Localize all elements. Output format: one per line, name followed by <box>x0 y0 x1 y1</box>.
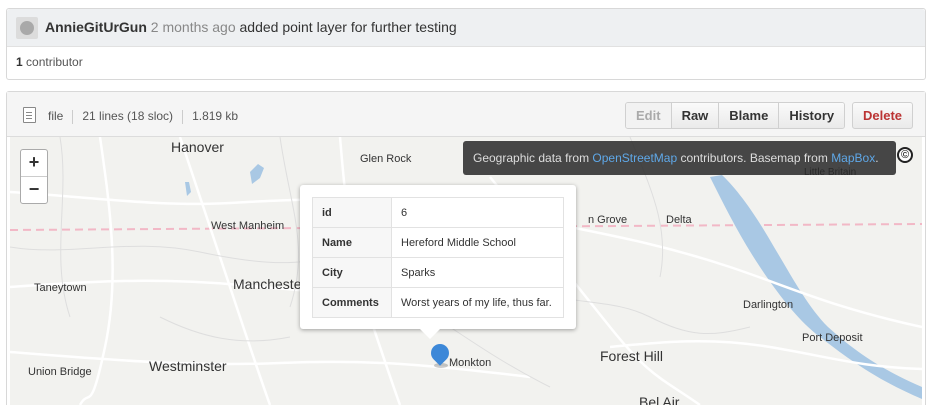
map-view[interactable]: Hanover Glen Rock West Manheim n Grove D… <box>10 137 922 405</box>
divider <box>182 109 184 124</box>
contributors-count: 1 <box>16 55 23 69</box>
place-label: Darlington <box>743 299 794 311</box>
raw-button[interactable]: Raw <box>670 103 719 128</box>
file-lines: 21 lines (18 sloc) <box>82 109 174 123</box>
file-header: file 21 lines (18 sloc) 1.819 kb Edit Raw … <box>7 92 925 137</box>
place-label: Union Bridge <box>28 366 92 378</box>
commit-author[interactable]: AnnieGitUrGun <box>45 19 147 35</box>
table-row: id 6 <box>312 197 564 228</box>
edit-button[interactable]: Edit <box>626 103 671 128</box>
delete-button[interactable]: Delete <box>852 102 914 129</box>
property-value: 6 <box>391 197 564 228</box>
openstreetmap-link[interactable]: OpenStreetMap <box>592 151 677 165</box>
place-label: Forest Hill <box>600 348 664 364</box>
place-label: Glen Rock <box>360 153 412 165</box>
map-attribution: Geographic data from OpenStreetMap contr… <box>463 141 896 175</box>
file-actions: Edit Raw Blame History <box>625 102 846 129</box>
property-value: Sparks <box>391 257 564 288</box>
property-value: Worst years of my life, thus far. <box>391 287 564 318</box>
property-key: City <box>312 257 392 288</box>
blame-button[interactable]: Blame <box>718 103 779 128</box>
table-row: Name Hereford Middle School <box>312 227 564 258</box>
commit-header: AnnieGitUrGun 2 months ago added point l… <box>7 9 925 47</box>
place-label: Delta <box>666 214 692 226</box>
table-row: City Sparks <box>312 257 564 288</box>
commit-box: AnnieGitUrGun 2 months ago added point l… <box>6 8 926 80</box>
zoom-control: + − <box>20 149 48 204</box>
place-label: Hanover <box>171 139 224 155</box>
place-label: Port Deposit <box>802 332 863 344</box>
history-button[interactable]: History <box>778 103 845 128</box>
place-label: Monkton <box>449 357 492 369</box>
table-row: Comments Worst years of my life, thus far… <box>312 287 564 318</box>
property-value: Hereford Middle School <box>391 227 564 258</box>
feature-popup: id 6 Name Hereford Middle School City Spark… <box>300 185 576 339</box>
contributors[interactable]: 1 contributor <box>16 55 83 69</box>
zoom-out-button[interactable]: − <box>21 176 47 203</box>
place-label: Manchester <box>233 276 307 292</box>
property-key: Name <box>312 227 392 258</box>
mapbox-link[interactable]: MapBox <box>831 151 875 165</box>
file-box: file 21 lines (18 sloc) 1.819 kb Edit Raw … <box>6 91 926 405</box>
place-label: n Grove <box>588 214 628 226</box>
avatar[interactable] <box>16 17 38 39</box>
place-label: Westminster <box>149 358 227 374</box>
zoom-in-button[interactable]: + <box>21 150 47 176</box>
place-label: West Manheim <box>211 220 285 232</box>
feature-properties-table: id 6 Name Hereford Middle School City Spark… <box>312 197 564 318</box>
property-key: Comments <box>312 287 392 318</box>
divider <box>72 109 74 124</box>
contributors-label: contributor <box>26 55 83 69</box>
attribution-text: Geographic data from <box>473 151 593 165</box>
file-size: 1.819 kb <box>192 109 239 123</box>
attribution-text: . <box>875 151 879 165</box>
commit-summary: AnnieGitUrGun 2 months ago added point l… <box>45 19 457 35</box>
file-meta: file 21 lines (18 sloc) 1.819 kb <box>48 109 238 124</box>
attribution-text: contributors. Basemap from <box>677 151 832 165</box>
copyright-icon[interactable]: © <box>897 147 913 163</box>
place-label: Taneytown <box>34 282 87 294</box>
commit-time: 2 months ago <box>150 19 236 35</box>
file-type: file <box>48 109 64 123</box>
place-label: Bel Air <box>639 394 680 405</box>
property-key: id <box>312 197 392 228</box>
commit-message[interactable]: added point layer for further testing <box>240 19 457 35</box>
file-icon <box>23 107 36 123</box>
